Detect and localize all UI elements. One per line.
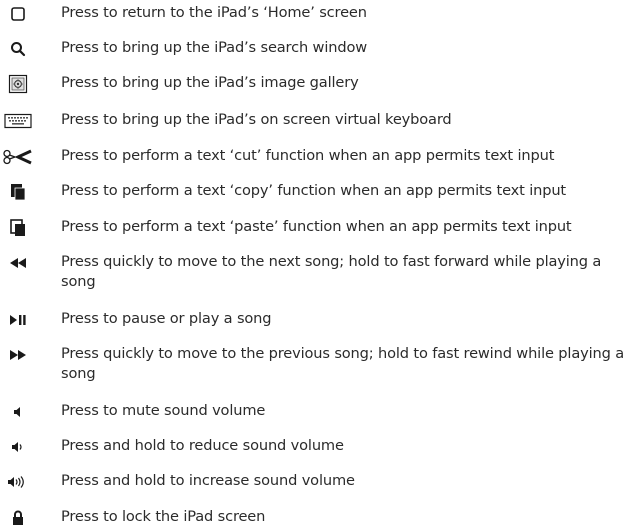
description-search: Press to bring up the iPad’s search wind… [61,39,368,56]
volume-down-icon [0,436,36,458]
paste-icon [0,217,36,239]
description-cut: Press to perform a text ‘cut’ function w… [61,147,555,164]
image-gallery-icon [0,73,36,95]
description-volume-down: Press and hold to reduce sound volume [61,437,344,454]
lock-icon [0,507,36,529]
description-previous-song: Press quickly to move to the previous so… [61,345,624,382]
fast-forward-icon [0,344,36,366]
mute-icon [0,401,36,423]
description-play-pause: Press to pause or play a song [61,310,272,327]
rewind-icon [0,252,36,274]
description-mute: Press to mute sound volume [61,402,266,419]
search-icon [0,38,36,60]
description-home: Press to return to the iPad’s ‘Home’ scr… [61,4,367,21]
volume-up-icon [0,471,36,493]
keyboard-icon [0,110,36,132]
play-pause-icon [0,309,36,331]
description-keyboard: Press to bring up the iPad’s on screen v… [61,111,452,128]
description-image-gallery: Press to bring up the iPad’s image galle… [61,74,359,91]
description-copy: Press to perform a text ‘copy’ function … [61,182,566,199]
description-lock: Press to lock the iPad screen [61,508,266,525]
scissors-icon [0,146,36,168]
description-next-song: Press quickly to move to the next song; … [61,253,602,290]
description-paste: Press to perform a text ‘paste’ function… [61,218,572,235]
description-volume-up: Press and hold to increase sound volume [61,472,355,489]
home-icon [0,3,36,25]
copy-icon [0,181,36,203]
